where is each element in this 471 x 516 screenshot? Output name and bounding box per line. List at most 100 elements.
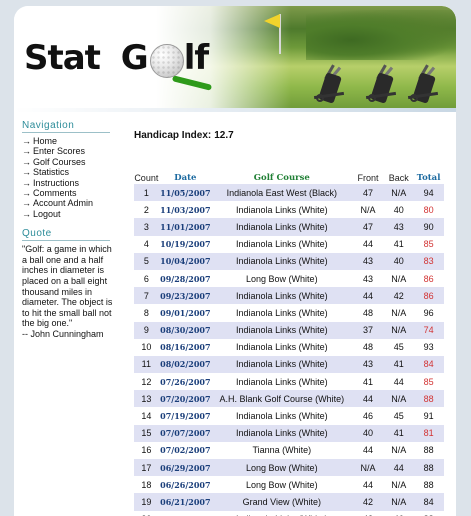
nav-item-instructions[interactable]: → Instructions bbox=[22, 178, 122, 188]
arrow-right-icon: → bbox=[22, 156, 31, 167]
table-row: 19 06/21/2007 Grand View (White) 42 N/A 84 bbox=[134, 493, 444, 511]
row-count: 14 bbox=[134, 407, 159, 425]
table-row: 18 06/26/2007 Long Bow (White) 44 N/A 88 bbox=[134, 476, 444, 494]
row-back: 45 bbox=[384, 338, 414, 356]
row-back: 41 bbox=[384, 424, 414, 442]
row-total: 94 bbox=[413, 184, 444, 202]
row-front: 43 bbox=[351, 269, 385, 288]
row-total: 74 bbox=[413, 321, 444, 339]
row-date-link[interactable]: 07/07/2007 bbox=[158, 424, 213, 442]
row-count: 1 bbox=[134, 184, 159, 202]
row-course: Indianola Links (White) bbox=[212, 287, 352, 305]
row-course: Indianola Links (White) bbox=[212, 252, 352, 270]
row-count: 9 bbox=[134, 321, 159, 339]
col-header-total[interactable]: Total bbox=[413, 172, 444, 184]
table-row: 16 07/02/2007 Tianna (White) 44 N/A 88 bbox=[134, 441, 444, 459]
row-front: 43 bbox=[351, 355, 385, 374]
logo-text-left: Stat bbox=[24, 38, 101, 78]
row-course: Indianola Links (White) bbox=[212, 218, 352, 236]
row-count: 16 bbox=[134, 441, 159, 459]
nav-item-enter-scores[interactable]: → Enter Scores bbox=[22, 146, 122, 156]
row-count: 8 bbox=[134, 304, 159, 322]
row-date-link[interactable]: 10/04/2007 bbox=[158, 252, 213, 270]
row-date-link[interactable]: 06/26/2007 bbox=[158, 476, 213, 494]
row-back: 41 bbox=[384, 235, 414, 253]
row-count: 4 bbox=[134, 235, 159, 253]
col-header-front: Front bbox=[357, 173, 379, 183]
handicap-index: Handicap Index: 12.7 bbox=[134, 130, 452, 141]
nav-item-statistics[interactable]: → Statistics bbox=[22, 167, 122, 177]
row-date-link[interactable]: 09/01/2007 bbox=[158, 304, 213, 322]
row-back: 45 bbox=[384, 407, 414, 425]
nav-item-home[interactable]: → Home bbox=[22, 136, 122, 146]
row-date-link[interactable]: 07/19/2007 bbox=[158, 407, 213, 425]
row-course: Long Bow (White) bbox=[212, 459, 352, 477]
row-date-link[interactable]: 09/28/2007 bbox=[158, 269, 213, 288]
col-header-course[interactable]: Golf Course bbox=[212, 172, 352, 184]
row-date-link[interactable]: 07/02/2007 bbox=[158, 441, 213, 459]
golf-bag-icon bbox=[365, 64, 400, 104]
row-front: 44 bbox=[351, 390, 385, 408]
row-count: 10 bbox=[134, 338, 159, 356]
main-content: Handicap Index: 12.7 Count Date Golf Cour… bbox=[134, 130, 452, 516]
table-row: 4 10/19/2007 Indianola Links (White) 44 41 85 bbox=[134, 235, 444, 253]
row-date-link[interactable]: 08/02/2007 bbox=[158, 355, 213, 374]
nav-heading: Navigation bbox=[22, 120, 110, 133]
row-back: 41 bbox=[384, 355, 414, 374]
row-date-link[interactable]: 09/23/2007 bbox=[158, 287, 213, 305]
nav-item-comments[interactable]: → Comments bbox=[22, 188, 122, 198]
row-count: 18 bbox=[134, 476, 159, 494]
row-front: 48 bbox=[351, 304, 385, 322]
row-total: 86 bbox=[413, 269, 444, 288]
row-date-link[interactable]: 11/01/2007 bbox=[158, 218, 213, 236]
logo-text-g: G bbox=[120, 38, 149, 78]
table-row: 15 07/07/2007 Indianola Links (White) 40 41 8… bbox=[134, 424, 444, 442]
nav-item-logout[interactable]: → Logout bbox=[22, 209, 122, 219]
row-date-link[interactable]: 06/29/2007 bbox=[158, 459, 213, 477]
arrow-right-icon: → bbox=[22, 136, 31, 146]
row-front: 44 bbox=[351, 441, 385, 459]
row-course: Indianola Links (White) bbox=[212, 424, 352, 442]
site-logo[interactable]: Stat Glf bbox=[24, 38, 209, 78]
row-front: N/A bbox=[351, 201, 385, 219]
row-date-link[interactable]: 07/20/2007 bbox=[158, 390, 213, 408]
row-front: 37 bbox=[351, 321, 385, 339]
nav-item-label: Statistics bbox=[33, 167, 70, 178]
nav-item-label: Enter Scores bbox=[33, 146, 86, 157]
nav-item-label: Golf Courses bbox=[33, 156, 86, 167]
nav-item-golf-courses[interactable]: → Golf Courses bbox=[22, 157, 122, 167]
table-row: 2 11/03/2007 Indianola Links (White) N/A 40 8… bbox=[134, 201, 444, 219]
row-back: N/A bbox=[384, 493, 414, 511]
row-back: N/A bbox=[384, 476, 414, 494]
nav-item-account-admin[interactable]: → Account Admin bbox=[22, 198, 122, 208]
row-date-link[interactable]: 06/21/2007 bbox=[158, 493, 213, 511]
row-course: Indianola Links (White) bbox=[212, 407, 352, 425]
row-date-link[interactable]: 11/03/2007 bbox=[158, 201, 213, 219]
row-course: Indianola Links (White) bbox=[212, 235, 352, 253]
row-back: N/A bbox=[384, 441, 414, 459]
row-date-link[interactable]: 11/05/2007 bbox=[158, 184, 213, 202]
row-total: 84 bbox=[413, 493, 444, 511]
row-date-link[interactable]: 07/26/2007 bbox=[158, 373, 213, 391]
row-course: Long Bow (White) bbox=[212, 476, 352, 494]
page: Stat Glf Navigation → Home → Enter Scores → G… bbox=[14, 6, 456, 516]
row-course: Indianola Links (White) bbox=[212, 510, 352, 516]
row-date-link[interactable]: 05/19/2007 bbox=[158, 510, 213, 516]
scores-table-body: 1 11/05/2007 Indianola East West (Black) 47… bbox=[134, 184, 444, 516]
row-total: 91 bbox=[413, 407, 444, 425]
banner-divider bbox=[14, 108, 456, 112]
row-count: 11 bbox=[134, 355, 159, 374]
row-date-link[interactable]: 08/30/2007 bbox=[158, 321, 213, 339]
row-total: 84 bbox=[413, 355, 444, 374]
table-row: 5 10/04/2007 Indianola Links (White) 43 40 83 bbox=[134, 252, 444, 270]
row-front: 44 bbox=[351, 287, 385, 305]
row-date-link[interactable]: 08/16/2007 bbox=[158, 338, 213, 356]
row-date-link[interactable]: 10/19/2007 bbox=[158, 235, 213, 253]
trees-decoration bbox=[306, 10, 456, 60]
col-header-date[interactable]: Date bbox=[159, 172, 212, 184]
row-count: 12 bbox=[134, 373, 159, 391]
row-back: N/A bbox=[384, 184, 414, 202]
table-row: 3 11/01/2007 Indianola Links (White) 47 43 90 bbox=[134, 218, 444, 236]
row-back: 43 bbox=[384, 218, 414, 236]
row-back: 46 bbox=[384, 510, 414, 516]
